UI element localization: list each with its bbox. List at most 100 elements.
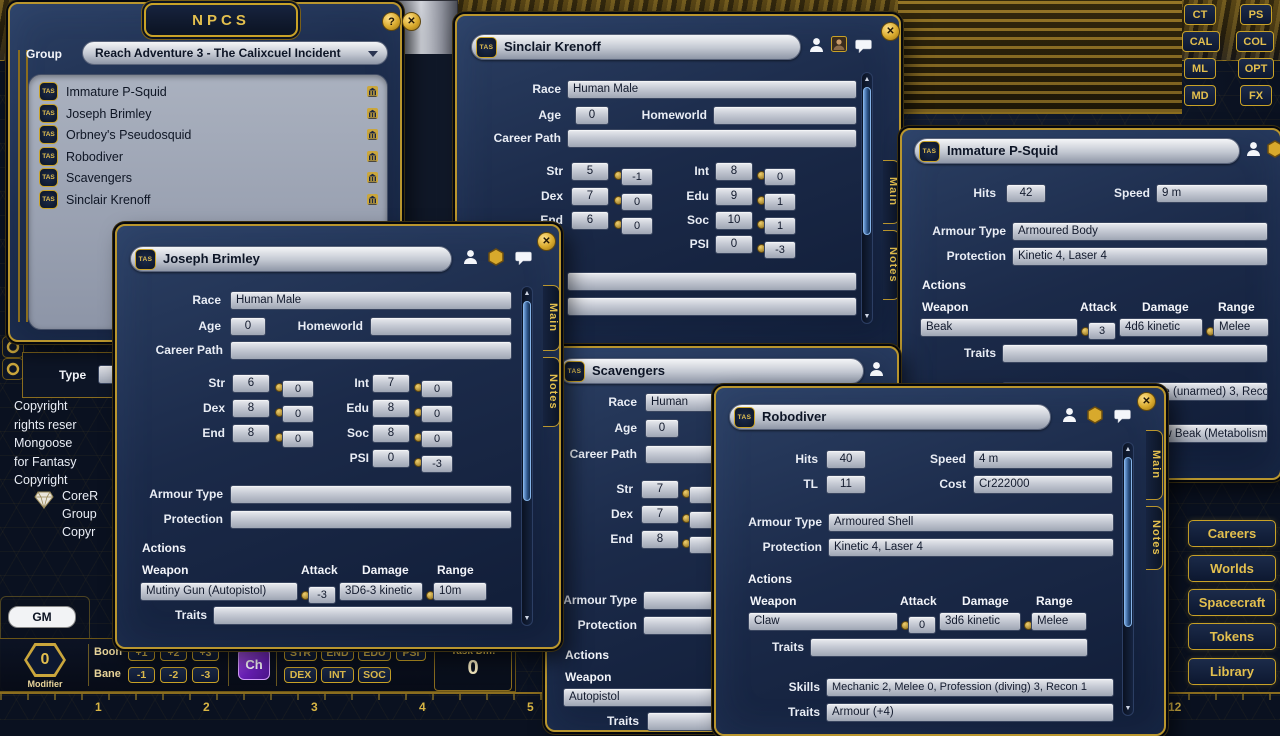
career-path-field[interactable] [567, 129, 857, 148]
window-titlebar[interactable]: TAS Immature P-Squid [914, 138, 1240, 164]
soc-field[interactable]: 10 [715, 211, 753, 230]
toolbar-button-ml[interactable]: ML [1184, 58, 1216, 79]
edu-field[interactable]: 9 [715, 187, 753, 206]
scrollbar-thumb[interactable] [523, 301, 531, 501]
toolbar-button-fx[interactable]: FX [1240, 85, 1272, 106]
scroll-up-icon[interactable] [522, 288, 532, 299]
toolbar-button-ps[interactable]: PS [1240, 4, 1272, 25]
chat-bubble-icon[interactable] [515, 251, 532, 266]
edu-field[interactable]: 8 [372, 399, 410, 418]
close-button[interactable] [537, 232, 556, 251]
protection-field[interactable] [230, 510, 512, 529]
window-titlebar[interactable]: TAS Joseph Brimley [130, 246, 452, 272]
end-field[interactable]: 8 [232, 424, 270, 443]
str-field[interactable]: 7 [641, 480, 679, 499]
range-field[interactable]: 10m [433, 582, 487, 601]
library-entry-icon[interactable] [366, 193, 379, 206]
str-mod-field[interactable]: 0 [282, 380, 314, 398]
nav-button-tokens[interactable]: Tokens [1188, 623, 1276, 650]
help-button[interactable] [382, 12, 401, 31]
str-mod-field[interactable]: -1 [621, 168, 653, 186]
close-button[interactable] [1137, 392, 1156, 411]
tab-main[interactable]: Main [883, 160, 900, 224]
empty-field[interactable] [567, 297, 857, 316]
scrollbar[interactable] [1122, 442, 1134, 716]
library-entry-icon[interactable] [366, 150, 379, 163]
list-item-orbneys-pseudosquid[interactable]: TAS Orbney's Pseudosquid [39, 124, 379, 145]
race-field[interactable]: Human Male [567, 80, 857, 99]
speed-field[interactable]: 4 m [973, 450, 1113, 469]
list-item-sinclair-krenoff[interactable]: TAS Sinclair Krenoff [39, 189, 379, 210]
chat-bubble-icon[interactable] [855, 39, 872, 54]
list-item-robodiver[interactable]: TAS Robodiver [39, 146, 379, 167]
toolbar-button-md[interactable]: MD [1184, 85, 1216, 106]
scroll-up-icon[interactable] [1123, 444, 1133, 455]
end-field[interactable]: 8 [641, 530, 679, 549]
person-icon[interactable] [1246, 141, 1261, 157]
library-entry-icon[interactable] [366, 107, 379, 120]
gm-badge[interactable]: GM [8, 606, 76, 628]
dex-field[interactable]: 7 [641, 505, 679, 524]
window-titlebar[interactable]: TAS Sinclair Krenoff [471, 34, 801, 60]
weapon-field[interactable]: Claw [748, 612, 898, 631]
edu-mod-field[interactable]: 0 [421, 405, 453, 423]
soc-mod-field[interactable]: 1 [764, 217, 796, 235]
cost-field[interactable]: Cr222000 [973, 475, 1113, 494]
age-field[interactable]: 0 [645, 419, 679, 438]
window-titlebar[interactable]: TAS Scavengers [559, 358, 864, 384]
person-icon[interactable] [1062, 407, 1077, 423]
psi-mod-field[interactable]: -3 [764, 241, 796, 259]
scrollbar[interactable] [861, 72, 873, 324]
dex-field[interactable]: 7 [571, 187, 609, 206]
bane-minus2-button[interactable]: -2 [160, 667, 187, 683]
int-mod-field[interactable]: 0 [421, 380, 453, 398]
traits-field[interactable] [213, 606, 513, 625]
type-dropdown[interactable] [98, 365, 115, 384]
age-field[interactable]: 0 [575, 106, 609, 125]
soc-mod-field[interactable]: 0 [421, 430, 453, 448]
attack-field[interactable]: 0 [908, 616, 936, 634]
armour-type-field[interactable]: Armoured Shell [828, 513, 1114, 532]
nav-button-spacecraft[interactable]: Spacecraft [1188, 589, 1276, 616]
tab-notes[interactable]: Notes [543, 357, 560, 427]
nav-button-library[interactable]: Library [1188, 658, 1276, 685]
portrait-icon[interactable] [831, 36, 847, 52]
toolbar-button-cal[interactable]: CAL [1182, 31, 1220, 52]
armour-type-field[interactable] [230, 485, 512, 504]
protection-field[interactable]: Kinetic 4, Laser 4 [828, 538, 1114, 557]
window-titlebar[interactable]: TAS Robodiver [729, 404, 1051, 430]
age-field[interactable]: 0 [230, 317, 266, 336]
weapon-field[interactable]: Mutiny Gun (Autopistol) [140, 582, 298, 601]
homeworld-field[interactable] [713, 106, 857, 125]
int-mod-field[interactable]: 0 [764, 168, 796, 186]
armour-type-field[interactable]: Armoured Body [1012, 222, 1268, 241]
end-mod-field[interactable]: 0 [282, 430, 314, 448]
token-hexagon-icon[interactable] [1266, 140, 1280, 158]
protection-field[interactable]: Kinetic 4, Laser 4 [1012, 247, 1268, 266]
token-hexagon-icon[interactable] [1086, 406, 1104, 424]
str-field[interactable]: 5 [571, 162, 609, 181]
int-field[interactable]: 8 [715, 162, 753, 181]
layer-ring-button-2[interactable] [2, 358, 24, 380]
hits-field[interactable]: 42 [1006, 184, 1046, 203]
library-entry-icon[interactable] [366, 128, 379, 141]
psi-field[interactable]: 0 [372, 449, 410, 468]
modifier-hex[interactable]: 0 [24, 643, 66, 677]
toolbar-button-opt[interactable]: OPT [1238, 58, 1274, 79]
roll-int-button[interactable]: INT [321, 667, 354, 683]
toolbar-button-col[interactable]: COL [1236, 31, 1274, 52]
int-field[interactable]: 7 [372, 374, 410, 393]
range-field[interactable]: Melee [1031, 612, 1087, 631]
bane-minus3-button[interactable]: -3 [192, 667, 219, 683]
soc-field[interactable]: 8 [372, 424, 410, 443]
list-item-scavengers[interactable]: TAS Scavengers [39, 167, 379, 188]
close-button[interactable] [402, 12, 421, 31]
scroll-down-icon[interactable] [1123, 703, 1133, 714]
nav-button-careers[interactable]: Careers [1188, 520, 1276, 547]
traits-field[interactable] [1002, 344, 1268, 363]
skills-field[interactable]: Mechanic 2, Melee 0, Profession (diving)… [826, 678, 1114, 697]
person-icon[interactable] [809, 37, 824, 53]
nav-button-worlds[interactable]: Worlds [1188, 555, 1276, 582]
roll-dex-button[interactable]: DEX [284, 667, 317, 683]
edu-mod-field[interactable]: 1 [764, 193, 796, 211]
